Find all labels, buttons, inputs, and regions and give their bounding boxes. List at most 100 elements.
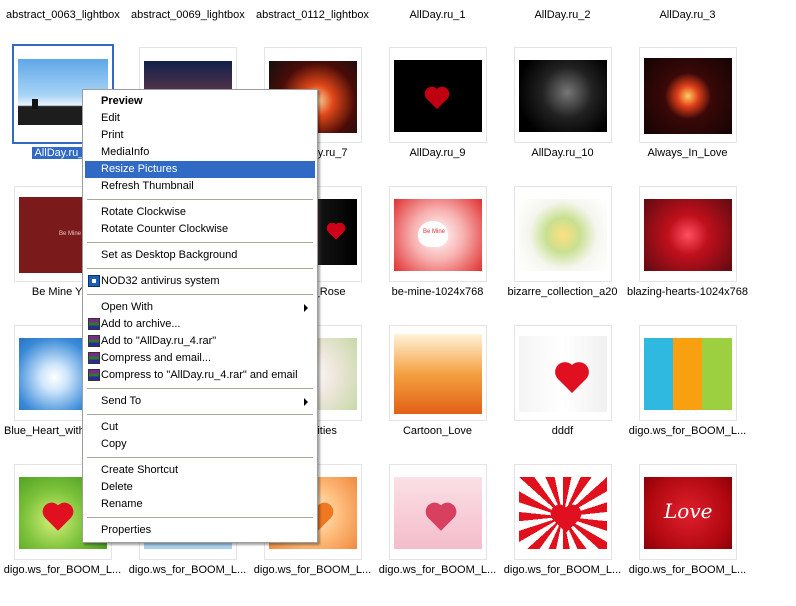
menu-item-rotate-counter-clockwise[interactable]: Rotate Counter Clockwise [85, 221, 315, 238]
menu-item-label: Compress to "AllDay.ru_4.rar" and email [101, 369, 298, 381]
thumbnail-image: Love [644, 477, 732, 549]
thumbnail-caption[interactable]: AllDay.ru_1 [375, 9, 500, 23]
thumbnail-text: Be Mine [59, 231, 82, 237]
menu-item-label: Open With [101, 301, 153, 313]
thumbnail-caption: digo.ws_for_BOOM_L... [253, 564, 372, 576]
menu-item-label: Add to archive... [101, 318, 181, 330]
menu-item-label: Compress and email... [101, 352, 212, 364]
menu-item-set-desktop-background[interactable]: Set as Desktop Background [85, 247, 315, 264]
thumbnail-frame [514, 325, 612, 421]
menu-item-send-to[interactable]: Send To [85, 393, 315, 410]
menu-separator [87, 294, 313, 296]
menu-item-add-to-archive[interactable]: Add to archive... [85, 316, 315, 333]
thumbnail-caption[interactable]: AllDay.ru_2 [500, 9, 625, 23]
menu-item-label: NOD32 antivirus system [101, 275, 220, 287]
submenu-arrow-icon [304, 304, 308, 312]
menu-item-properties[interactable]: Properties [85, 522, 315, 539]
menu-separator [87, 199, 313, 201]
thumbnail-caption: digo.ws_for_BOOM_L... [378, 564, 497, 576]
menu-item-refresh-thumbnail[interactable]: Refresh Thumbnail [85, 178, 315, 195]
heart-shape [45, 505, 71, 531]
thumbnail-frame [389, 464, 487, 560]
thumbnail-item[interactable]: blazing-hearts-1024x768 [625, 179, 750, 318]
menu-separator [87, 517, 313, 519]
thumbnail-frame: Be Mine [389, 186, 487, 282]
thumbnail-image [644, 338, 732, 410]
menu-item-add-to-rar[interactable]: Add to "AllDay.ru_4.rar" [85, 333, 315, 350]
thumbnail-item[interactable]: AllDay.ru_9 [375, 40, 500, 179]
menu-separator [87, 414, 313, 416]
menu-separator [87, 457, 313, 459]
menu-item-compress-rar-and-email[interactable]: Compress to "AllDay.ru_4.rar" and email [85, 367, 315, 384]
thumbnail-item[interactable]: digo.ws_for_BOOM_L... [625, 318, 750, 457]
thumbnail-caption: blazing-hearts-1024x768 [626, 286, 749, 298]
menu-item-nod32[interactable]: NOD32 antivirus system [85, 273, 315, 290]
thumbnail-caption: digo.ws_for_BOOM_L... [3, 564, 122, 576]
thumbnail-caption: digo.ws_for_BOOM_L... [128, 564, 247, 576]
heart-shape [557, 364, 587, 394]
thumbnail-caption: digo.ws_for_BOOM_L... [628, 564, 747, 576]
thumbnail-item[interactable]: dddf [500, 318, 625, 457]
menu-item-open-with[interactable]: Open With [85, 299, 315, 316]
thumbnail-item[interactable]: Love digo.ws_for_BOOM_L... [625, 457, 750, 596]
menu-item-print[interactable]: Print [85, 127, 315, 144]
winrar-icon [88, 352, 100, 364]
thumbnail-image [394, 60, 482, 132]
menu-item-cut[interactable]: Cut [85, 419, 315, 436]
thumbnail-frame [639, 186, 737, 282]
thumbnail-caption: AllDay.ru_9 [409, 147, 466, 159]
thumbnail-image [644, 58, 732, 134]
submenu-arrow-icon [304, 398, 308, 406]
thumbnail-caption: digo.ws_for_BOOM_L... [503, 564, 622, 576]
menu-item-delete[interactable]: Delete [85, 479, 315, 496]
menu-item-create-shortcut[interactable]: Create Shortcut [85, 462, 315, 479]
heart-shape [428, 505, 454, 531]
thumbnail-caption[interactable]: AllDay.ru_3 [625, 9, 750, 23]
menu-item-rotate-clockwise[interactable]: Rotate Clockwise [85, 204, 315, 221]
menu-item-copy[interactable]: Copy [85, 436, 315, 453]
menu-item-rename[interactable]: Rename [85, 496, 315, 513]
thumbnail-text: Love [664, 499, 713, 523]
menu-separator [87, 242, 313, 244]
thumbnail-frame [514, 47, 612, 143]
context-menu: Preview Edit Print MediaInfo Resize Pict… [82, 89, 318, 543]
thumbnail-frame [514, 186, 612, 282]
menu-item-preview[interactable]: Preview [85, 93, 315, 110]
thumbnail-image [519, 336, 607, 412]
menu-item-compress-and-email[interactable]: Compress and email... [85, 350, 315, 367]
menu-item-resize-pictures[interactable]: Resize Pictures [85, 161, 315, 178]
thumbnail-caption: Always_In_Love [647, 147, 728, 159]
thumbnail-frame [389, 325, 487, 421]
nod32-icon [88, 275, 100, 287]
thumbnail-item[interactable]: Cartoon_Love [375, 318, 500, 457]
thumbnail-text: Be Mine [423, 229, 446, 235]
thumbnail-frame [639, 325, 737, 421]
thumbnail-caption[interactable]: abstract_0063_lightbox [6, 9, 126, 23]
thumbnail-caption: AllDay.ru_10 [531, 147, 594, 159]
heart-shape [553, 507, 579, 533]
thumbnail-item[interactable]: Always_In_Love [625, 40, 750, 179]
thumbnail-item[interactable]: digo.ws_for_BOOM_L... [375, 457, 500, 596]
thumbnail-item[interactable]: digo.ws_for_BOOM_L... [500, 457, 625, 596]
thumbnail-caption[interactable]: abstract_0112_lightbox [256, 9, 376, 23]
thumbnail-image [394, 334, 482, 414]
heart-shape [328, 224, 344, 240]
thumbnail-item[interactable]: AllDay.ru_10 [500, 40, 625, 179]
thumbnail-item[interactable]: bizarre_collection_a20 [500, 179, 625, 318]
thumbnail-image [644, 199, 732, 271]
thumbnail-item[interactable]: Be Mine be-mine-1024x768 [375, 179, 500, 318]
menu-separator [87, 268, 313, 270]
menu-item-mediainfo[interactable]: MediaInfo [85, 144, 315, 161]
thumbnail-caption[interactable]: abstract_0069_lightbox [131, 9, 251, 23]
winrar-icon [88, 369, 100, 381]
thumbnail-image [519, 477, 607, 549]
menu-separator [87, 388, 313, 390]
thumbnail-image [394, 477, 482, 549]
thumbnail-frame [639, 47, 737, 143]
thumbnail-caption: digo.ws_for_BOOM_L... [628, 425, 747, 437]
thumbnail-frame: Love [639, 464, 737, 560]
winrar-icon [88, 318, 100, 330]
thumbnail-caption: bizarre_collection_a20 [507, 286, 618, 298]
menu-item-edit[interactable]: Edit [85, 110, 315, 127]
thumbnail-caption: be-mine-1024x768 [391, 286, 484, 298]
